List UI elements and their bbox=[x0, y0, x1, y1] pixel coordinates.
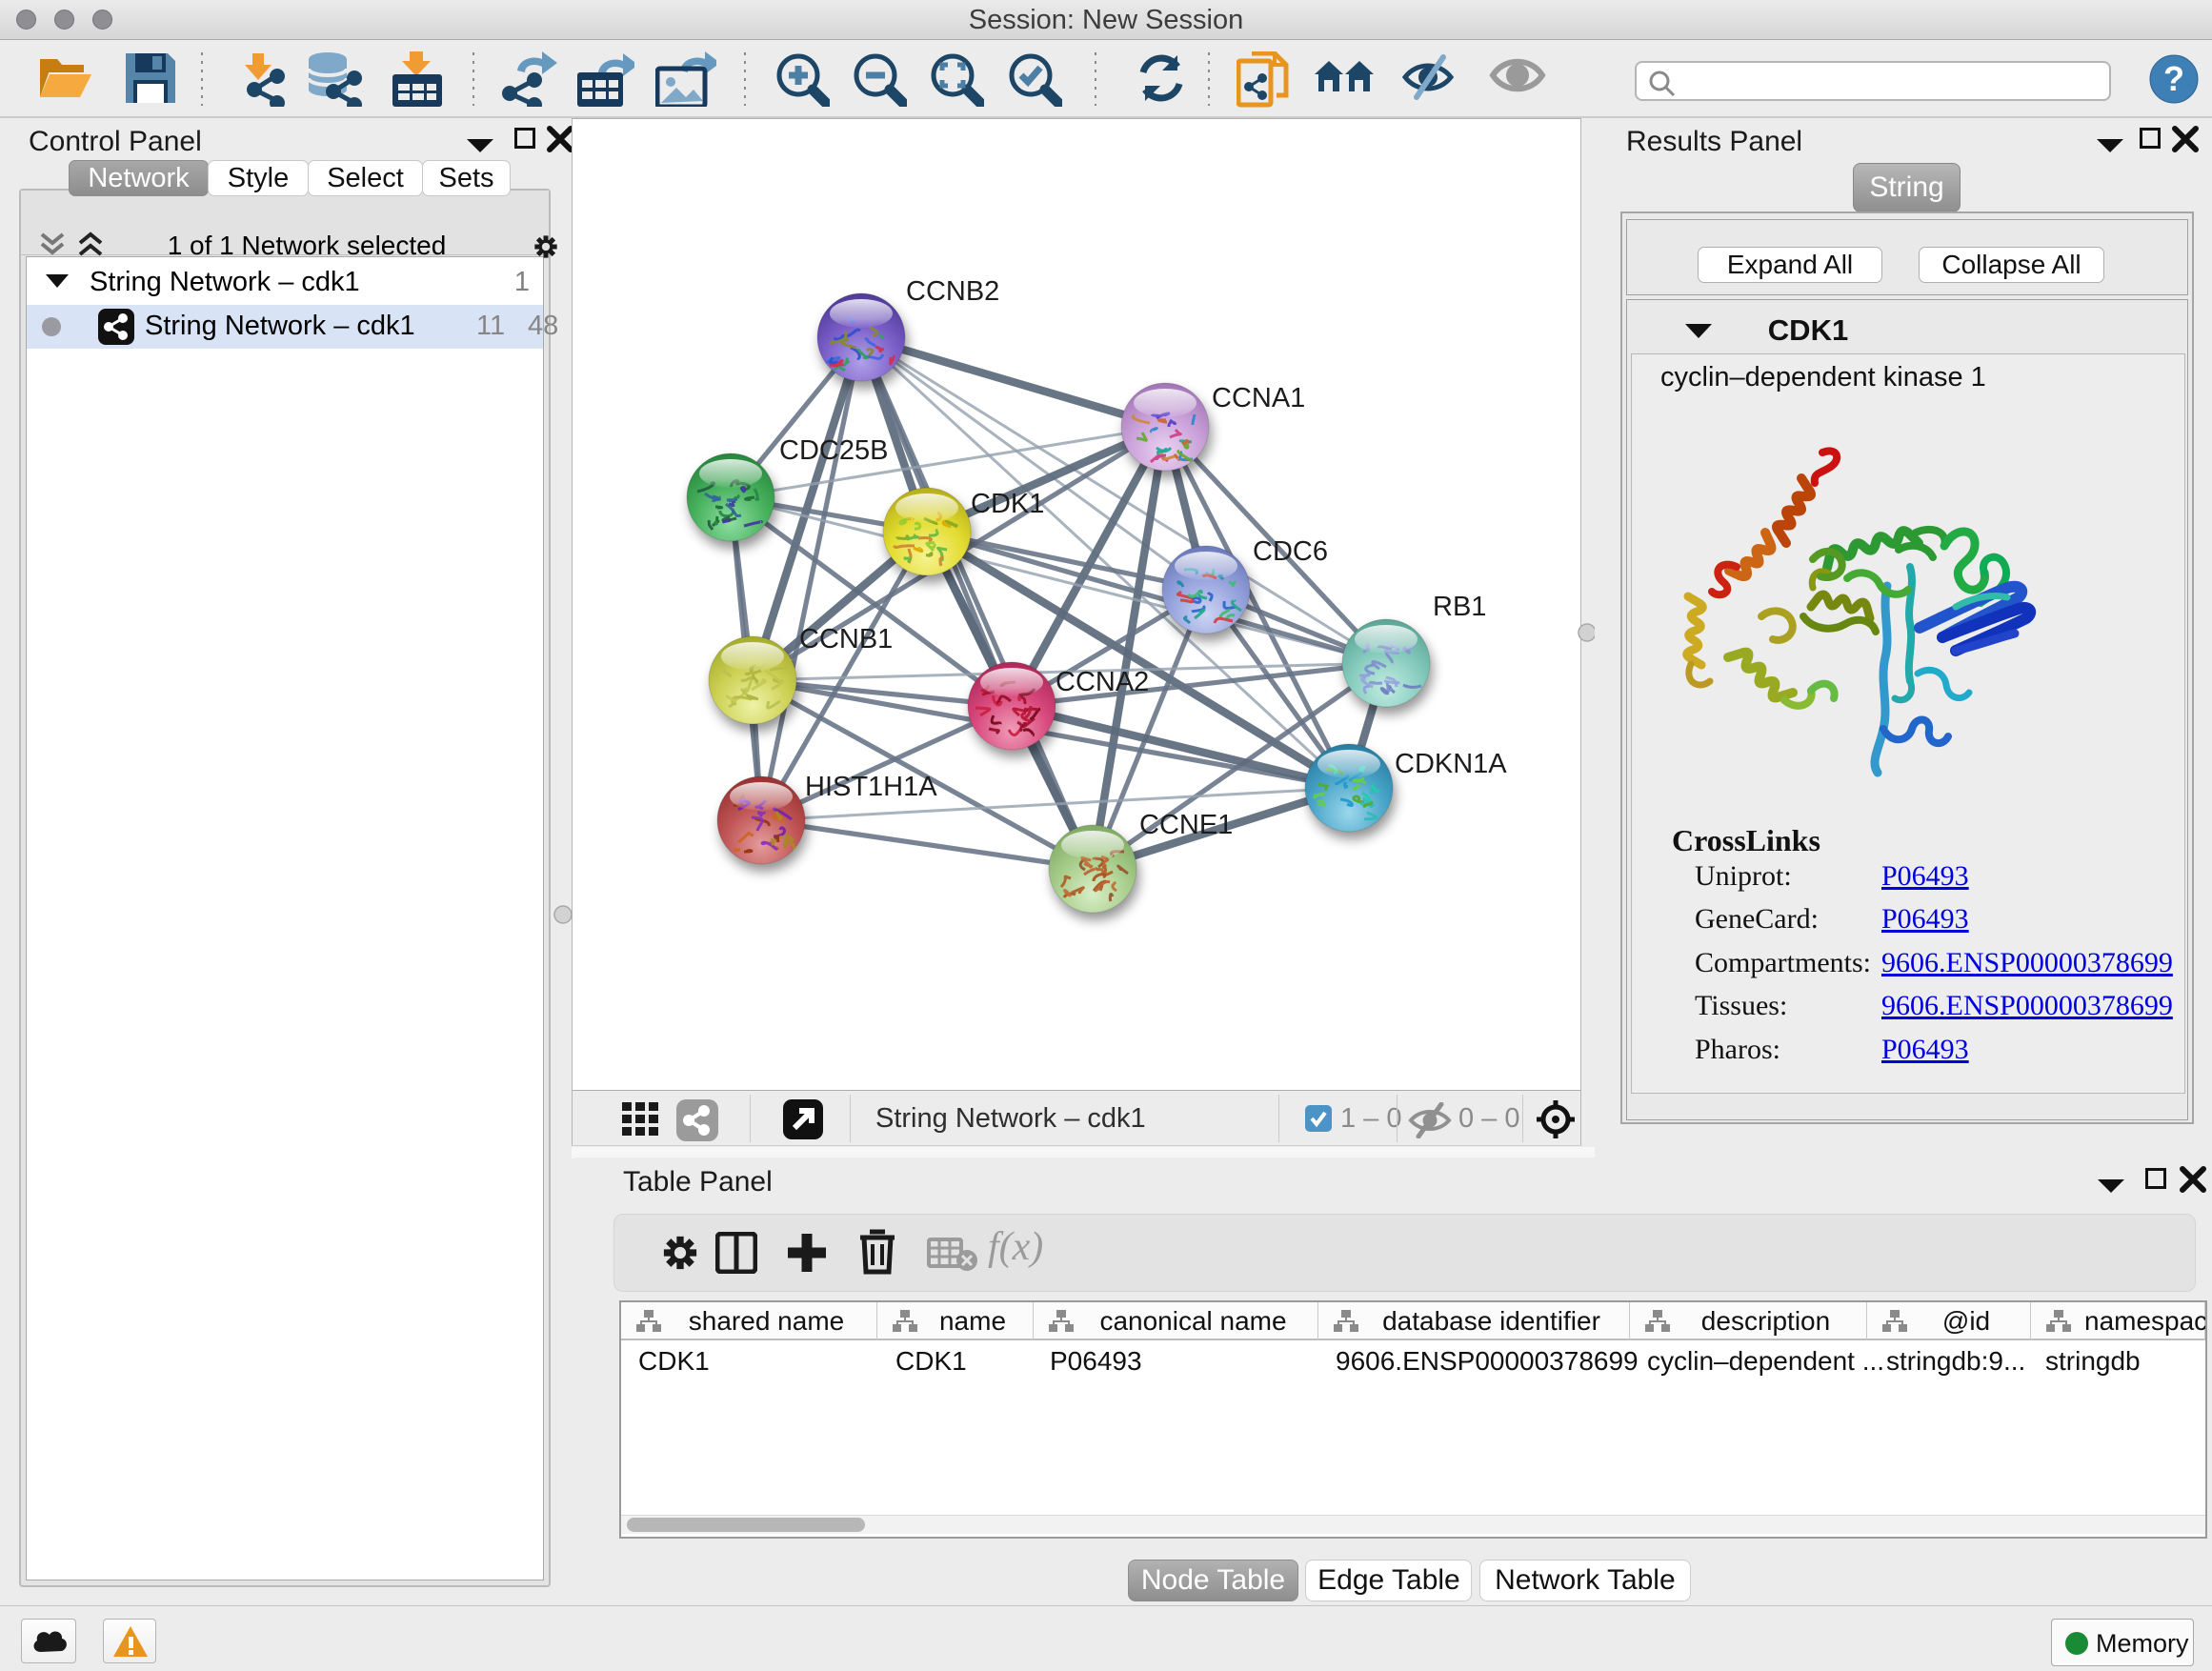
svg-text:CDC6: CDC6 bbox=[1253, 536, 1328, 567]
svg-text:CCNB2: CCNB2 bbox=[906, 276, 999, 307]
svg-text:CDKN1A: CDKN1A bbox=[1395, 749, 1507, 779]
svg-text:RB1: RB1 bbox=[1433, 592, 1486, 622]
svg-text:CCNB1: CCNB1 bbox=[799, 624, 893, 654]
svg-text:?: ? bbox=[2163, 59, 2184, 98]
svg-text:CCNA2: CCNA2 bbox=[1056, 667, 1149, 697]
svg-text:HIST1H1A: HIST1H1A bbox=[805, 772, 937, 802]
svg-text:CCNE1: CCNE1 bbox=[1139, 810, 1233, 840]
svg-text:CDC25B: CDC25B bbox=[779, 435, 888, 466]
svg-text:CDK1: CDK1 bbox=[971, 489, 1044, 519]
svg-text:CCNA1: CCNA1 bbox=[1212, 383, 1305, 413]
